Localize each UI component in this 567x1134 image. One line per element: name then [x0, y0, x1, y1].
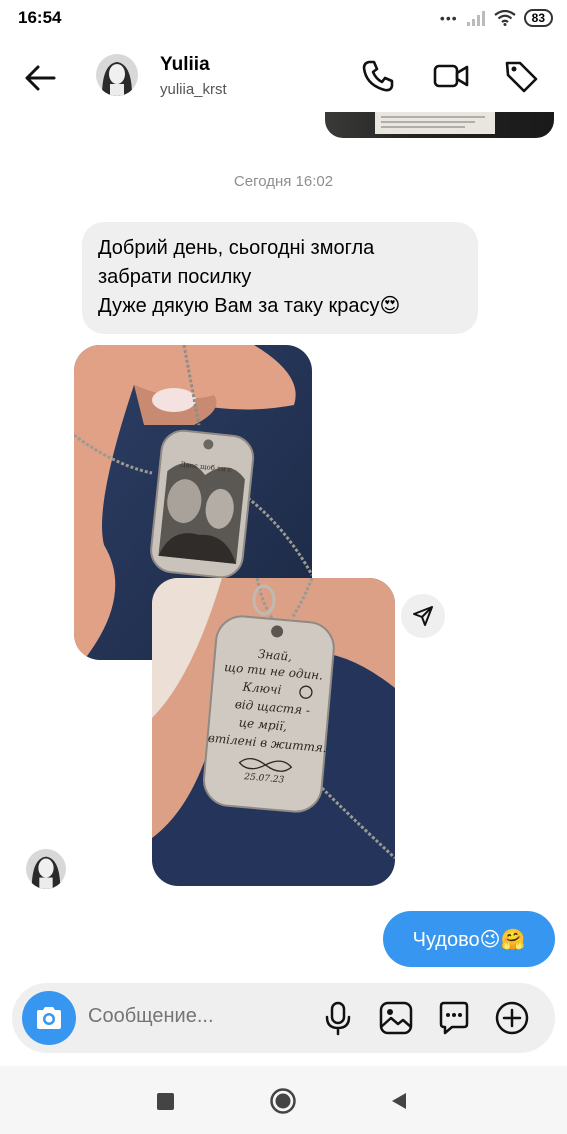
- battery-indicator: 83: [523, 9, 553, 27]
- outgoing-message-bubble[interactable]: Чудово😉🤗: [383, 911, 555, 967]
- camera-icon: [37, 1007, 61, 1029]
- image-icon[interactable]: [378, 1000, 414, 1036]
- plus-icon[interactable]: [494, 1000, 530, 1036]
- message-input[interactable]: [88, 1005, 288, 1028]
- message-composer: [12, 983, 555, 1053]
- message-line: забрати посилку: [98, 266, 252, 288]
- chat-header: Yuliia yuliia_krst: [0, 36, 567, 118]
- message-line: Дуже дякую Вам за таку красу😍: [98, 295, 401, 317]
- tag-icon[interactable]: [503, 58, 539, 94]
- engraving-line: Знай,: [257, 647, 292, 664]
- share-icon: [413, 606, 433, 626]
- status-time: 16:54: [18, 8, 62, 27]
- contact-name[interactable]: Yuliia: [160, 54, 210, 76]
- chat-timestamp: Сегодня 16:02: [233, 173, 334, 190]
- incoming-message-bubble[interactable]: Добрий день, сьогодні змогла забрати пос…: [82, 222, 478, 334]
- previous-image-message[interactable]: [325, 112, 554, 138]
- back-arrow-icon[interactable]: [20, 58, 60, 98]
- notification-dots-icon: •••: [439, 10, 458, 26]
- system-nav-bar: [0, 1066, 567, 1134]
- nav-square-icon[interactable]: [148, 1084, 182, 1118]
- wifi-icon: [493, 10, 516, 26]
- sender-avatar[interactable]: [26, 849, 66, 889]
- nav-home-icon[interactable]: [266, 1084, 300, 1118]
- avatar[interactable]: [96, 54, 138, 96]
- photo-message-pendant-engraving[interactable]: Знай, що ти не один. Ключі від щастя - ц…: [152, 578, 395, 886]
- phone-icon[interactable]: [360, 58, 396, 94]
- nav-back-icon[interactable]: [382, 1084, 416, 1118]
- message-line: Добрий день, сьогодні змогла: [98, 237, 375, 259]
- status-icons: ••• 83: [440, 8, 553, 28]
- mic-icon[interactable]: [320, 1000, 356, 1036]
- video-icon[interactable]: [433, 58, 469, 94]
- camera-button[interactable]: [22, 991, 76, 1045]
- sticker-icon[interactable]: [436, 1000, 472, 1036]
- signal-icon: [466, 11, 485, 26]
- share-button[interactable]: [401, 594, 445, 638]
- status-bar: 16:54 ••• 83: [0, 0, 567, 36]
- contact-username[interactable]: yuliia_krst: [160, 81, 227, 98]
